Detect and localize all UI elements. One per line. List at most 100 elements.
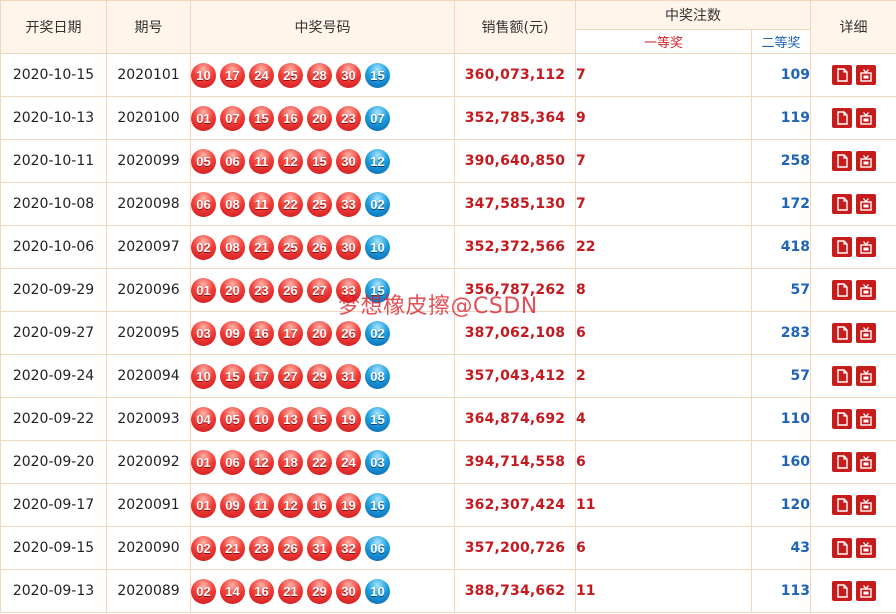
second-prize-count: 418 [751, 225, 811, 269]
issue-number: 2020099 [106, 139, 191, 183]
document-icon[interactable] [831, 323, 852, 343]
detail-links [810, 225, 896, 269]
tv-icon[interactable] [855, 409, 876, 429]
document-icon[interactable] [831, 108, 852, 128]
issue-number: 2020092 [106, 440, 191, 484]
tv-icon[interactable] [855, 452, 876, 472]
header-first-prize: 一等奖 [575, 29, 752, 54]
table-header: 开奖日期 期号 中奖号码 销售额(元) 中奖注数 详细 一等奖 二等奖 [0, 0, 896, 54]
blue-ball: 08 [365, 363, 390, 389]
document-icon[interactable] [831, 194, 852, 214]
red-ball: 24 [249, 62, 274, 88]
second-prize-count: 172 [751, 182, 811, 226]
red-ball: 24 [336, 449, 361, 475]
blue-ball: 02 [365, 191, 390, 217]
sales-amount: 390,640,850 [454, 139, 576, 183]
first-prize-count: 11 [575, 569, 752, 613]
first-prize-count: 8 [575, 268, 752, 312]
document-icon[interactable] [831, 495, 852, 515]
sales-amount: 388,734,662 [454, 569, 576, 613]
tv-icon[interactable] [855, 323, 876, 343]
red-ball: 11 [249, 191, 274, 217]
red-ball: 09 [220, 492, 245, 518]
document-icon[interactable] [831, 151, 852, 171]
first-prize-count: 22 [575, 225, 752, 269]
red-ball: 28 [307, 62, 332, 88]
tv-icon[interactable] [855, 108, 876, 128]
document-icon[interactable] [831, 366, 852, 386]
red-ball: 33 [336, 191, 361, 217]
red-ball: 30 [336, 62, 361, 88]
red-ball: 01 [191, 277, 216, 303]
issue-number: 2020089 [106, 569, 191, 613]
issue-number: 2020095 [106, 311, 191, 355]
table-row: 2020-09-24 2020094 10 15 17 27 29 31 08 357,043,4… [0, 354, 896, 398]
document-icon[interactable] [831, 538, 852, 558]
document-icon[interactable] [831, 581, 852, 601]
issue-number: 2020097 [106, 225, 191, 269]
red-ball: 30 [336, 148, 361, 174]
document-icon[interactable] [831, 65, 852, 85]
red-ball: 27 [307, 277, 332, 303]
second-prize-count: 109 [751, 53, 811, 97]
red-ball: 12 [278, 148, 303, 174]
tv-icon[interactable] [855, 495, 876, 515]
tv-icon[interactable] [855, 65, 876, 85]
red-ball: 02 [191, 578, 216, 604]
red-ball: 09 [220, 320, 245, 346]
red-ball: 04 [191, 406, 216, 432]
header-detail: 详细 [810, 0, 896, 54]
document-icon[interactable] [831, 452, 852, 472]
tv-icon[interactable] [855, 151, 876, 171]
red-ball: 23 [249, 277, 274, 303]
tv-icon[interactable] [855, 194, 876, 214]
first-prize-count: 7 [575, 53, 752, 97]
tv-icon[interactable] [855, 237, 876, 257]
blue-ball: 15 [365, 277, 390, 303]
red-ball: 22 [307, 449, 332, 475]
red-ball: 12 [278, 492, 303, 518]
tv-icon[interactable] [855, 581, 876, 601]
red-ball: 23 [249, 535, 274, 561]
tv-icon[interactable] [855, 366, 876, 386]
blue-ball: 12 [365, 148, 390, 174]
winning-numbers: 10 17 24 25 28 30 15 [190, 53, 455, 97]
tv-icon[interactable] [855, 538, 876, 558]
second-prize-count: 57 [751, 268, 811, 312]
red-ball: 21 [220, 535, 245, 561]
issue-number: 2020096 [106, 268, 191, 312]
detail-links [810, 526, 896, 570]
header-numbers: 中奖号码 [190, 0, 455, 54]
document-icon[interactable] [831, 237, 852, 257]
red-ball: 15 [220, 363, 245, 389]
table-row: 2020-10-15 2020101 10 17 24 25 28 30 15 360,073,1… [0, 53, 896, 97]
red-ball: 26 [336, 320, 361, 346]
header-winners: 中奖注数 [575, 0, 811, 30]
red-ball: 19 [336, 492, 361, 518]
red-ball: 31 [307, 535, 332, 561]
second-prize-count: 120 [751, 483, 811, 527]
first-prize-count: 9 [575, 96, 752, 140]
draw-date: 2020-10-06 [0, 225, 107, 269]
document-icon[interactable] [831, 280, 852, 300]
blue-ball: 06 [365, 535, 390, 561]
blue-ball: 16 [365, 492, 390, 518]
red-ball: 26 [307, 234, 332, 260]
table-row: 2020-09-20 2020092 01 06 12 18 22 24 03 394,714,5… [0, 440, 896, 484]
red-ball: 26 [278, 277, 303, 303]
red-ball: 26 [278, 535, 303, 561]
draw-date: 2020-09-24 [0, 354, 107, 398]
winning-numbers: 05 06 11 12 15 30 12 [190, 139, 455, 183]
document-icon[interactable] [831, 409, 852, 429]
header-issue: 期号 [106, 0, 191, 54]
table-row: 2020-09-22 2020093 04 05 10 13 15 19 15 364,874,6… [0, 397, 896, 441]
sales-amount: 364,874,692 [454, 397, 576, 441]
blue-ball: 02 [365, 320, 390, 346]
red-ball: 25 [278, 234, 303, 260]
red-ball: 12 [249, 449, 274, 475]
first-prize-count: 4 [575, 397, 752, 441]
tv-icon[interactable] [855, 280, 876, 300]
winning-numbers: 01 09 11 12 16 19 16 [190, 483, 455, 527]
detail-links [810, 483, 896, 527]
red-ball: 29 [307, 363, 332, 389]
